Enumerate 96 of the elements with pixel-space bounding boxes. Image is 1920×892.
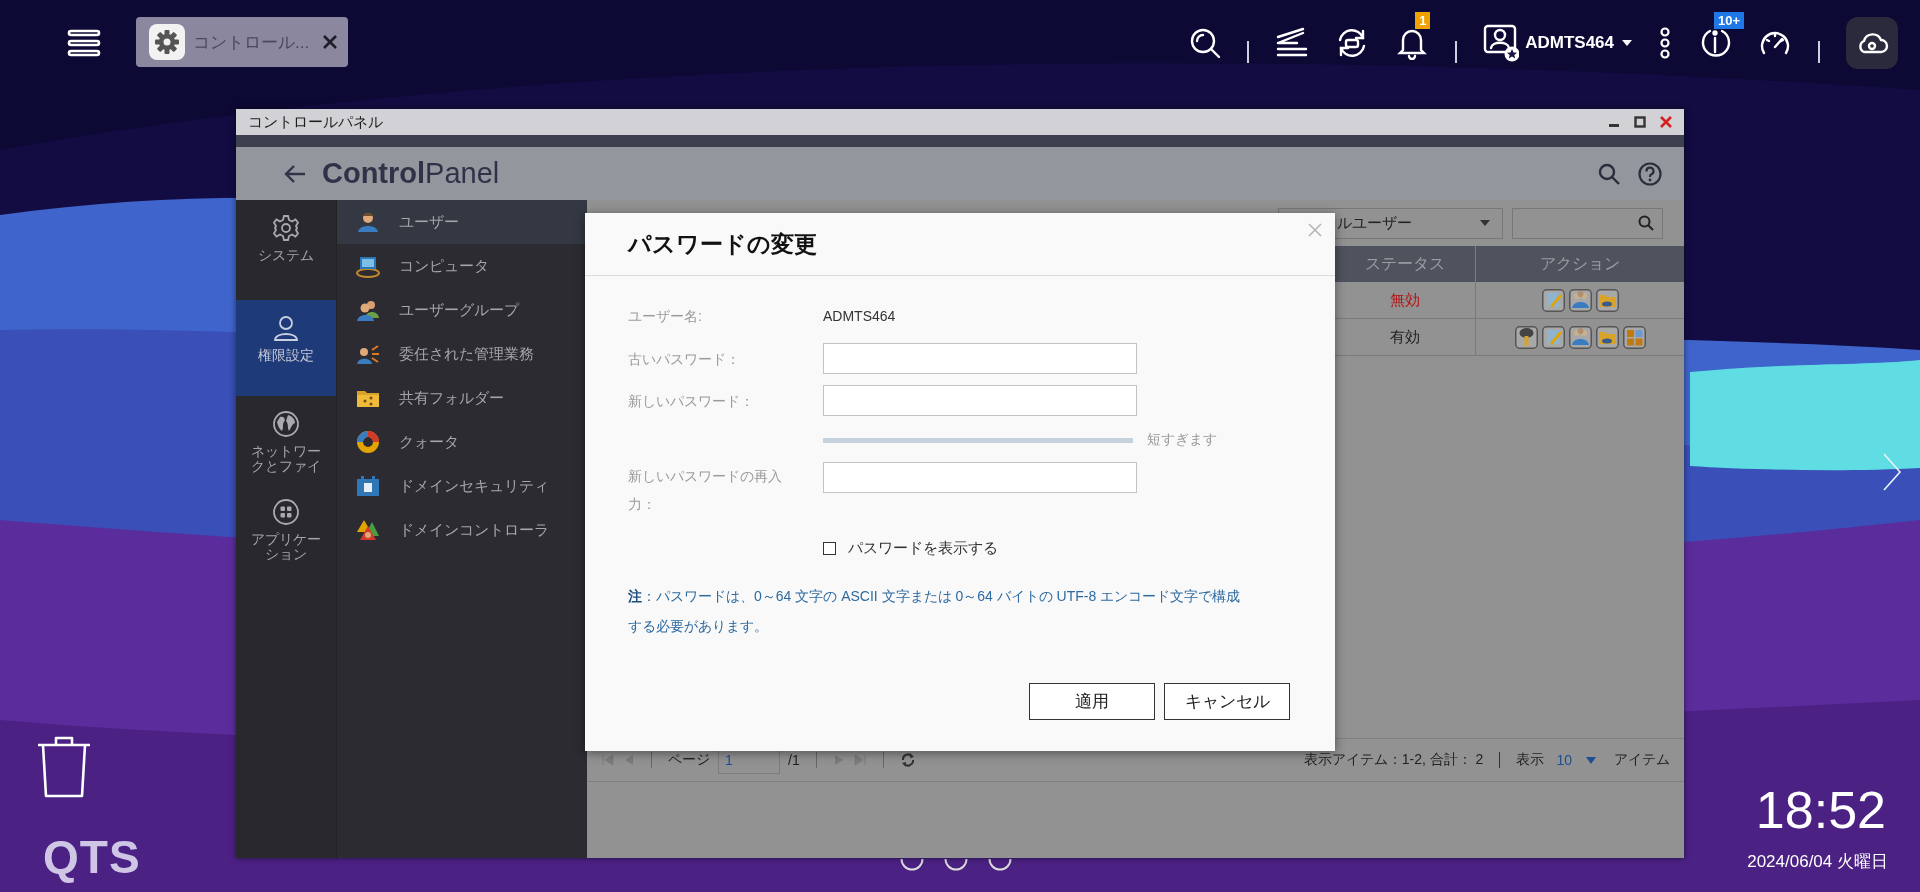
dialog-title: パスワードの変更 bbox=[628, 229, 817, 259]
note-text: 注：パスワードは、0～64 文字の ASCII 文字または 0～64 バイトの UTF-8 エンコード文字で構成する必要があります。 bbox=[628, 587, 1242, 636]
group-icon[interactable] bbox=[1568, 325, 1592, 349]
search-field[interactable] bbox=[1512, 207, 1663, 239]
round-icon[interactable] bbox=[900, 859, 924, 871]
help-icon[interactable] bbox=[1638, 161, 1662, 186]
globe-icon bbox=[272, 410, 300, 438]
caret-icon bbox=[1586, 756, 1596, 764]
close-icon[interactable] bbox=[1660, 116, 1672, 128]
nav-label: 権限設定 bbox=[257, 348, 315, 363]
folder-icon[interactable] bbox=[1595, 325, 1619, 349]
dialog-button[interactable]: キャンセル bbox=[1164, 683, 1290, 720]
person-icon bbox=[272, 314, 300, 342]
nav-label: アプリケーション bbox=[250, 532, 322, 562]
nav-item[interactable]: 権限設定 bbox=[236, 300, 336, 396]
stack-icon[interactable] bbox=[1275, 27, 1310, 59]
round-icon[interactable] bbox=[988, 859, 1012, 871]
menu-item[interactable]: 共有フォルダー bbox=[337, 376, 587, 420]
menu-item[interactable]: ドメインセキュリティ bbox=[337, 464, 587, 508]
folder-icon[interactable] bbox=[1595, 288, 1619, 312]
nav-label: ネットワークとファイ bbox=[250, 444, 322, 474]
gear-icon bbox=[272, 214, 300, 242]
strength-text: 短すぎます bbox=[1147, 431, 1217, 449]
apps-icon bbox=[272, 498, 300, 526]
page-label: ページ bbox=[668, 751, 710, 769]
menu-item[interactable]: ドメインコントローラ bbox=[337, 508, 587, 552]
logo-text: QTS bbox=[43, 830, 141, 884]
checkbox-label[interactable]: パスワードを表示する bbox=[848, 539, 998, 558]
page-total: /1 bbox=[788, 752, 800, 768]
menu-label: ユーザー bbox=[399, 212, 459, 232]
menu-label: クォータ bbox=[399, 432, 459, 452]
table-cell-text: 有効 bbox=[1389, 326, 1421, 347]
key-icon[interactable] bbox=[1514, 325, 1538, 349]
nav-item[interactable]: システム bbox=[236, 200, 336, 300]
trash-icon[interactable] bbox=[36, 735, 92, 799]
field-label: 新しいパスワードの再入力： bbox=[628, 467, 783, 514]
close-icon[interactable] bbox=[322, 34, 338, 50]
triangle-icon bbox=[356, 518, 380, 542]
table-cell-text: 無効 bbox=[1389, 289, 1421, 310]
notification-badge: 1 bbox=[1415, 12, 1431, 29]
maximize-icon[interactable] bbox=[1634, 116, 1646, 128]
checkbox[interactable] bbox=[823, 542, 836, 555]
donut-chart-icon bbox=[356, 430, 380, 454]
search-icon[interactable] bbox=[1189, 27, 1222, 59]
nav-item[interactable]: アプリケーション bbox=[236, 484, 336, 572]
per-page-label: 表示 bbox=[1516, 751, 1545, 769]
gear-icon bbox=[149, 24, 185, 60]
dropdown-value: ルユーザー bbox=[1337, 213, 1412, 233]
menu-item[interactable]: コンピュータ bbox=[337, 244, 587, 288]
dialog-button[interactable]: 適用 bbox=[1029, 683, 1155, 720]
field-value: ADMTS464 bbox=[823, 308, 896, 324]
window-title: コントロールパネル bbox=[248, 112, 383, 132]
menu-label: 共有フォルダー bbox=[399, 388, 504, 408]
menu-item[interactable]: ユーザーグループ bbox=[337, 288, 587, 332]
password-field[interactable] bbox=[823, 343, 1137, 374]
user-icon bbox=[356, 210, 380, 234]
caret-icon[interactable] bbox=[1622, 40, 1632, 46]
menu-label: 委任された管理業務 bbox=[399, 344, 534, 364]
group-icon bbox=[356, 298, 380, 322]
back-arrow-icon[interactable] bbox=[284, 164, 306, 183]
menu-item[interactable]: クォータ bbox=[337, 420, 587, 464]
clock-time: 18:52 bbox=[1755, 780, 1886, 840]
round-icon[interactable] bbox=[944, 859, 968, 871]
menu-label: ユーザーグループ bbox=[399, 300, 519, 320]
field-label: 古いパスワード： bbox=[628, 349, 741, 369]
refresh-icon[interactable] bbox=[899, 752, 916, 768]
menu-item[interactable]: ユーザー bbox=[337, 200, 587, 244]
menu-item[interactable]: 委任された管理業務 bbox=[337, 332, 587, 376]
nav-label: システム bbox=[257, 248, 315, 263]
edit-icon[interactable] bbox=[1541, 288, 1565, 312]
menu-label: ドメインコントローラ bbox=[399, 520, 549, 540]
update-badge: 10+ bbox=[1714, 12, 1745, 29]
user-icon[interactable] bbox=[1483, 24, 1520, 62]
item-summary: 表示アイテム：1-2, 合計： 2 bbox=[1303, 751, 1484, 769]
apps-icon[interactable] bbox=[1622, 325, 1646, 349]
computer-icon bbox=[356, 254, 380, 278]
field-label: 新しいパスワード： bbox=[628, 391, 755, 411]
field-label: ユーザー名: bbox=[628, 307, 703, 326]
badge-icon bbox=[356, 474, 380, 498]
edit-icon[interactable] bbox=[1541, 325, 1565, 349]
menu-label: ドメインセキュリティ bbox=[399, 476, 549, 496]
search-icon bbox=[1638, 215, 1654, 231]
delegate-icon bbox=[356, 342, 380, 366]
group-icon[interactable] bbox=[1568, 288, 1592, 312]
more-icon[interactable] bbox=[1658, 27, 1672, 59]
tab-label: コントロール... bbox=[193, 31, 311, 54]
items-label: アイテム bbox=[1614, 751, 1670, 769]
app-title: ControlPanel bbox=[322, 157, 500, 190]
nav-item[interactable]: ネットワークとファイ bbox=[236, 396, 336, 484]
menu-icon[interactable] bbox=[67, 28, 101, 58]
caret-icon bbox=[1480, 220, 1490, 226]
password-field[interactable] bbox=[823, 462, 1137, 493]
user-name[interactable]: ADMTS464 bbox=[1525, 33, 1614, 53]
menu-label: コンピュータ bbox=[399, 256, 489, 276]
clock-date: 2024/06/04 火曜日 bbox=[1747, 851, 1888, 873]
password-field[interactable] bbox=[823, 385, 1137, 416]
